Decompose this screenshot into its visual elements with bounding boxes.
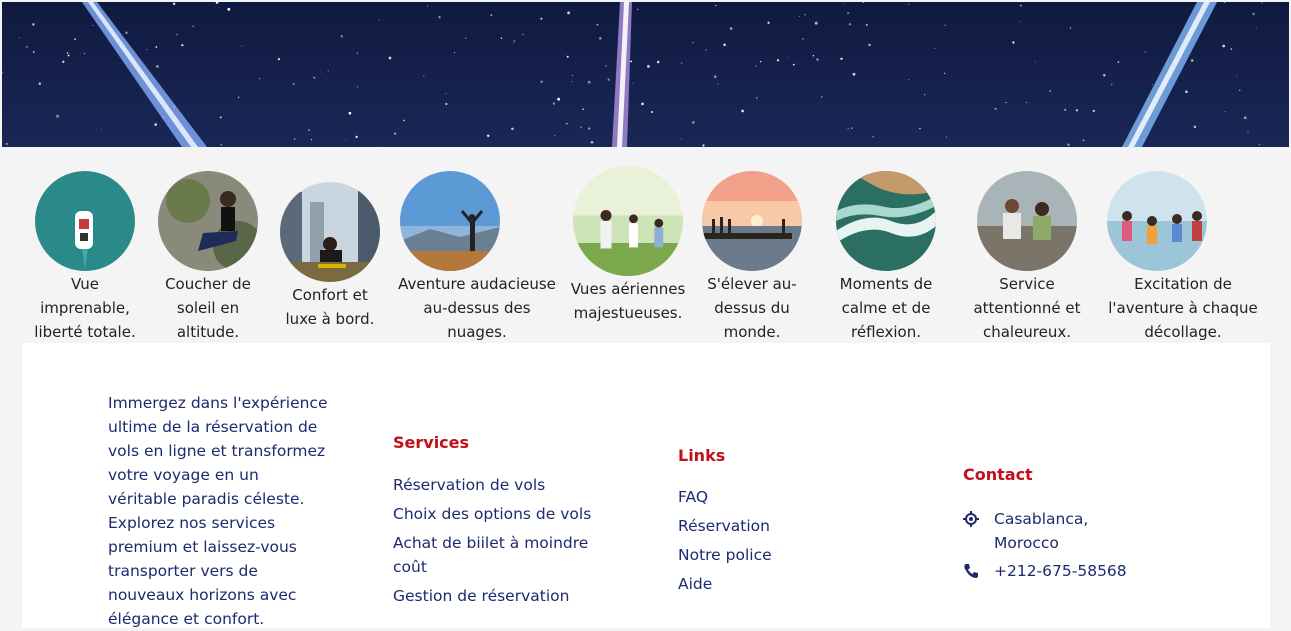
- gallery-item[interactable]: Vues aériennes majestueuses.: [567, 166, 689, 325]
- woman-sitting-photo: [158, 171, 258, 271]
- gallery-caption: Service attentionné et chaleureux.: [973, 275, 1081, 341]
- links-list: FAQ Réservation Notre police Aide: [678, 485, 858, 601]
- hero-banner: [2, 2, 1289, 147]
- friends-rocks-photo: [977, 171, 1077, 271]
- footer-link[interactable]: Aide: [678, 572, 858, 596]
- footer-about-text: Immergez dans l'expérience ultime de la …: [108, 394, 328, 628]
- gallery-caption: Moments de calme et de réflexion.: [839, 275, 933, 341]
- gallery-caption: Coucher de soleil en altitude.: [165, 275, 251, 341]
- footer-link[interactable]: Notre police: [678, 543, 858, 567]
- gallery-caption: Vues aériennes majestueuses.: [570, 280, 686, 322]
- pier-sunset-photo: [702, 171, 802, 271]
- gallery-caption: Excitation de l'aventure à chaque décoll…: [1108, 275, 1258, 341]
- contact-address-text: Casablanca, Morocco: [994, 510, 1089, 552]
- phone-icon: [964, 564, 978, 578]
- gallery-caption: Vue imprenable, liberté totale.: [34, 275, 136, 341]
- contact-heading: Contact: [963, 465, 1033, 484]
- gallery-item[interactable]: Confort et luxe à bord.: [278, 182, 382, 331]
- city-skateboarder-photo: [280, 182, 380, 282]
- gallery-item[interactable]: Service attentionné et chaleureux.: [966, 171, 1088, 344]
- footer-link[interactable]: Réservation: [678, 514, 858, 538]
- service-link[interactable]: Gestion de réservation: [393, 584, 593, 608]
- service-link[interactable]: Achat de biilet à moindre coût: [393, 531, 593, 579]
- footer-link[interactable]: FAQ: [678, 485, 858, 509]
- contact-phone[interactable]: +212-675-58568: [963, 559, 1163, 583]
- gallery: Vue imprenable, liberté totale. Coucher …: [0, 147, 1291, 343]
- gallery-item[interactable]: S'élever au-dessus du monde.: [700, 171, 804, 344]
- mountain-top-photo: [400, 171, 500, 271]
- gallery-caption: Confort et luxe à bord.: [285, 286, 375, 328]
- starry-sky-image: [2, 2, 1289, 147]
- kids-beach-photo: [1107, 171, 1207, 271]
- links-heading: Links: [678, 446, 726, 465]
- gallery-caption: S'élever au-dessus du monde.: [707, 275, 797, 341]
- ocean-wave-photo: [836, 171, 936, 271]
- gallery-item[interactable]: Moments de calme et de réflexion.: [824, 171, 948, 344]
- gallery-item[interactable]: Coucher de soleil en altitude.: [156, 171, 260, 344]
- gallery-item[interactable]: Vue imprenable, liberté totale.: [30, 171, 140, 344]
- family-park-photo: [573, 166, 683, 276]
- service-link[interactable]: Choix des options de vols: [393, 502, 593, 526]
- services-heading: Services: [393, 433, 470, 452]
- services-list: Réservation de vols Choix des options de…: [393, 473, 593, 613]
- boat-aerial-photo: [35, 171, 135, 271]
- footer: Immergez dans l'expérience ultime de la …: [22, 343, 1270, 628]
- service-link[interactable]: Réservation de vols: [393, 473, 593, 497]
- location-icon: [963, 511, 979, 527]
- gallery-item[interactable]: Aventure audacieuse au-dessus des nuages…: [398, 171, 556, 344]
- gallery-caption: Aventure audacieuse au-dessus des nuages…: [398, 275, 556, 341]
- contact-address: Casablanca, Morocco: [963, 507, 1123, 555]
- contact-phone-text: +212-675-58568: [994, 562, 1127, 580]
- gallery-item[interactable]: Excitation de l'aventure à chaque décoll…: [1105, 171, 1261, 344]
